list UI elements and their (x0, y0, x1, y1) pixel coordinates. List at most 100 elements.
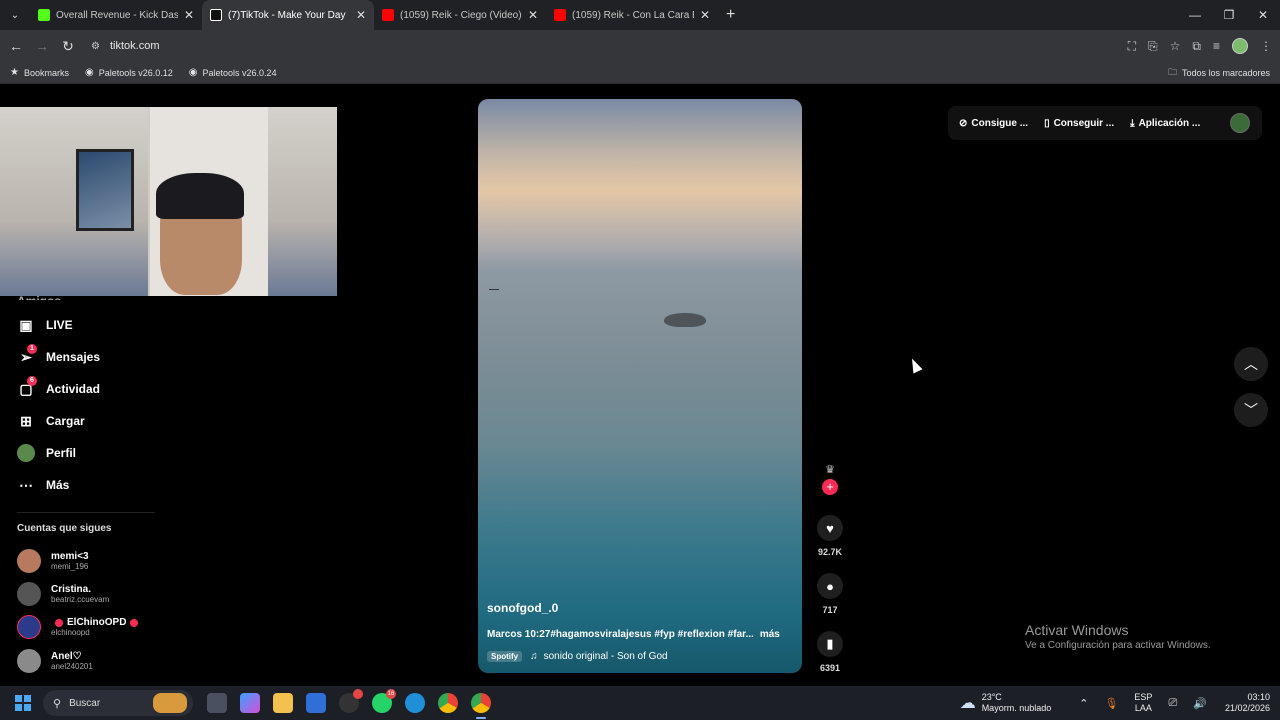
followed-account[interactable]: Cristina. beatriz.ccuevam (17, 582, 109, 606)
minimize-icon[interactable]: — (1178, 0, 1212, 30)
bookmark-item[interactable]: ★ Bookmarks (10, 67, 69, 78)
next-video-button[interactable]: ﹀ (1234, 393, 1268, 427)
sidebar-item-label: Más (46, 478, 70, 492)
tab-title: Overall Revenue - Kick Dash (56, 9, 178, 21)
close-window-icon[interactable]: ✕ (1246, 0, 1280, 30)
account-name: ElChinoOPD (67, 617, 127, 628)
like-icon[interactable]: ♥ (817, 515, 843, 541)
volume-icon[interactable]: 🔊 (1193, 697, 1207, 710)
account-username: elchinoopd (51, 628, 90, 637)
sidebar-item-label: Cargar (46, 414, 85, 428)
download-app-button[interactable]: ⤓ Aplicación ... (1130, 118, 1200, 129)
creator-avatar-icon[interactable]: ♛ (825, 463, 835, 476)
task-view-icon[interactable] (207, 693, 227, 713)
profile-avatar-icon[interactable] (1232, 38, 1248, 54)
sidebar-item-messages[interactable]: ➢ 1 Mensajes (17, 341, 100, 373)
all-bookmarks[interactable]: 🗀 Todos los marcadores (1168, 65, 1270, 81)
cast-icon[interactable]: ⎘ (1148, 39, 1158, 54)
activation-subtitle: Ve a Configuración para activar Windows. (1025, 640, 1211, 651)
follow-plus-icon[interactable]: + (822, 479, 838, 495)
following-title: Cuentas que sigues (17, 523, 112, 534)
topbar-label: Conseguir ... (1053, 117, 1115, 129)
address-bar: ← → ↻ ⚙ tiktok.com ⛶ ⎘ ☆ ⧉ ≡ ⋮ (0, 30, 1280, 62)
download-icon: ⤓ (1130, 117, 1135, 129)
media-icon[interactable]: ≡ (1213, 39, 1220, 53)
chrome-icon[interactable] (438, 693, 458, 713)
close-tab-icon[interactable]: ✕ (700, 8, 710, 22)
address-actions: ⛶ ⎘ ☆ ⧉ ≡ ⋮ (1128, 30, 1272, 62)
chevron-up-icon: ︿ (1244, 356, 1258, 372)
edge-icon[interactable] (405, 693, 425, 713)
maximize-icon[interactable]: ❐ (1212, 0, 1246, 30)
topbar-label: Aplicación ... (1138, 117, 1201, 129)
comment-count: 717 (822, 605, 838, 615)
top-action-bar: ⊘ Consigue ... ▯ Conseguir ... ⤓ Aplicac… (948, 106, 1262, 140)
taskbar-search[interactable]: ⚲ Buscar (43, 690, 193, 716)
verified-badge-icon (130, 618, 139, 627)
bookmark-icon[interactable]: ▮ (817, 631, 843, 657)
more-link[interactable]: más (760, 629, 780, 640)
close-tab-icon[interactable]: ✕ (528, 8, 538, 22)
webcam-person-hair (156, 173, 244, 219)
clock-time: 03:10 (1247, 692, 1270, 702)
bookmark-item[interactable]: ◉ Paletools v26.0.24 (189, 67, 277, 78)
clock-date: 21/02/2026 (1224, 703, 1270, 713)
user-avatar[interactable] (1230, 113, 1250, 133)
copilot-icon[interactable] (240, 693, 260, 713)
sidebar-item-upload[interactable]: ⊞ Cargar (17, 405, 100, 437)
forward-icon[interactable]: → (29, 38, 55, 54)
bookmark-star-icon[interactable]: ☆ (1170, 39, 1181, 53)
store-icon[interactable] (306, 693, 326, 713)
menu-kebab-icon[interactable]: ⋮ (1260, 39, 1272, 53)
video-player[interactable]: sonofgod_.0 Marcos 10:27#hagamosviralaje… (478, 99, 802, 673)
spotify-tag[interactable]: Spotify (487, 651, 523, 662)
sidebar-item-more[interactable]: ⋯ Más (17, 469, 100, 501)
chrome-active-icon[interactable] (471, 693, 491, 719)
language-indicator[interactable]: ESP LAA (1134, 692, 1152, 714)
site-info-icon[interactable]: ⚙ (91, 41, 100, 52)
comment-icon[interactable]: ● (817, 573, 843, 599)
whatsapp-icon[interactable]: 16 (372, 689, 396, 713)
sidebar-item-activity[interactable]: ▢ 6 Actividad (17, 373, 100, 405)
file-explorer-icon[interactable] (273, 693, 293, 713)
get-app-button[interactable]: ▯ Conseguir ... (1044, 118, 1114, 129)
more-icon: ⋯ (19, 476, 33, 493)
close-tab-icon[interactable]: ✕ (356, 8, 366, 22)
chevron-up-icon[interactable]: ⌃ (1079, 697, 1088, 710)
video-music[interactable]: Spotify ♫ sonido original - Son of God (487, 651, 668, 662)
browser-tab[interactable]: Overall Revenue - Kick Dash ✕ (30, 0, 202, 30)
previous-video-button[interactable]: ︿ (1234, 347, 1268, 381)
back-icon[interactable]: ← (3, 38, 29, 54)
new-tab-icon[interactable]: + (726, 6, 735, 24)
clock[interactable]: 03:10 21/02/2026 (1225, 692, 1270, 714)
followed-account[interactable]: ElChinoOPD elchinoopd (17, 615, 142, 639)
tab-search-icon[interactable]: ⌄ (0, 10, 30, 21)
followed-account[interactable]: Anel♡ anel240201 (17, 649, 93, 673)
browser-tab-active[interactable]: (7)TikTok - Make Your Day ✕ (202, 0, 374, 30)
url-field[interactable]: ⚙ tiktok.com (91, 40, 159, 52)
browser-tab[interactable]: (1059) Reik - Ciego (Video) - Yo ✕ (374, 0, 546, 30)
notification-badge: 1 (27, 344, 37, 354)
sidebar-item-label: Actividad (46, 382, 101, 396)
bookmark-label: Paletools v26.0.24 (202, 67, 277, 78)
bookmark-item[interactable]: ◉ Paletools v26.0.12 (85, 67, 173, 78)
reload-icon[interactable]: ↻ (55, 38, 81, 55)
network-icon[interactable]: ⎚ (1168, 697, 1177, 710)
followed-account[interactable]: memi<3 memi_196 (17, 549, 89, 573)
save-count: 6391 (819, 663, 841, 673)
microphone-icon[interactable]: 🎙 (1104, 697, 1118, 710)
close-tab-icon[interactable]: ✕ (184, 8, 194, 22)
webcam-poster (76, 149, 134, 231)
browser-tab[interactable]: (1059) Reik - Con La Cara En Alt ✕ (546, 0, 718, 30)
extensions-icon[interactable]: ⧉ (1192, 39, 1201, 54)
get-coins-button[interactable]: ⊘ Consigue ... (959, 118, 1028, 129)
browser-tab-bar: ⌄ Overall Revenue - Kick Dash ✕ (7)TikTo… (0, 0, 1280, 30)
sidebar-item-profile[interactable]: Perfil (17, 437, 100, 469)
translate-icon[interactable]: ⛶ (1128, 39, 1136, 54)
sidebar-menu: ▣ LIVE ➢ 1 Mensajes ▢ 6 Actividad ⊞ Cargar… (17, 309, 100, 501)
windows-start-icon[interactable] (15, 695, 31, 711)
sidebar-item-live[interactable]: ▣ LIVE (17, 309, 100, 341)
video-username[interactable]: sonofgod_.0 (487, 601, 558, 615)
github-icon[interactable] (339, 689, 363, 713)
weather-widget[interactable]: ☁ 23°C Mayorm. nublado (960, 692, 1052, 714)
